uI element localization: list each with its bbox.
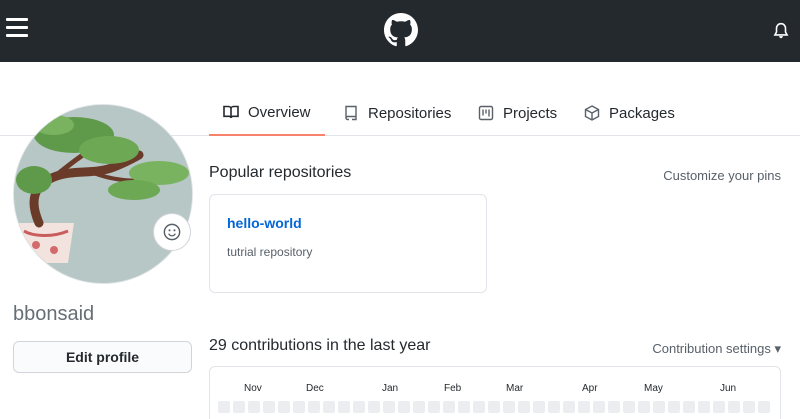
contribution-cell[interactable] <box>638 401 650 413</box>
contribution-graph: Nov Dec Jan Feb Mar Apr May Jun <box>209 366 781 419</box>
contribution-cell[interactable] <box>248 401 260 413</box>
repo-icon <box>345 105 357 121</box>
contribution-cell[interactable] <box>353 401 365 413</box>
contribution-cell[interactable] <box>713 401 725 413</box>
edit-profile-button[interactable]: Edit profile <box>13 341 192 373</box>
contribution-cell[interactable] <box>368 401 380 413</box>
top-header <box>0 0 800 62</box>
repo-description: tutrial repository <box>227 245 313 259</box>
contribution-cell[interactable] <box>308 401 320 413</box>
contribution-cell[interactable] <box>383 401 395 413</box>
contribution-cell[interactable] <box>608 401 620 413</box>
contribution-cell[interactable] <box>743 401 755 413</box>
tab-repositories[interactable]: Repositories <box>329 90 465 136</box>
month-label: Mar <box>506 383 524 394</box>
avatar[interactable] <box>13 104 193 284</box>
contribution-cell[interactable] <box>593 401 605 413</box>
contribution-cell[interactable] <box>413 401 425 413</box>
contribution-cell[interactable] <box>278 401 290 413</box>
contribution-cell[interactable] <box>578 401 590 413</box>
month-label: Feb <box>444 383 462 394</box>
contribution-cell[interactable] <box>728 401 740 413</box>
pinned-repo-card: hello-world tutrial repository <box>209 194 487 293</box>
contribution-cell[interactable] <box>503 401 515 413</box>
tab-overview[interactable]: Overview <box>209 90 325 136</box>
tab-packages[interactable]: Packages <box>570 90 689 136</box>
contribution-cell[interactable] <box>323 401 335 413</box>
popular-repositories-heading: Popular repositories <box>209 164 352 181</box>
contribution-cell[interactable] <box>518 401 530 413</box>
contribution-cell[interactable] <box>548 401 560 413</box>
contribution-cell[interactable] <box>488 401 500 413</box>
username: bbonsaid <box>13 303 95 325</box>
month-label: Jan <box>382 383 399 394</box>
book-icon <box>223 105 239 119</box>
month-label: Dec <box>306 383 324 394</box>
contribution-cell[interactable] <box>338 401 350 413</box>
tab-projects[interactable]: Projects <box>464 90 571 136</box>
month-label: Apr <box>582 383 598 394</box>
bonsai-avatar-image <box>14 105 192 283</box>
github-logo-icon[interactable] <box>384 13 418 47</box>
set-status-button[interactable] <box>153 213 191 251</box>
contribution-cell[interactable] <box>398 401 410 413</box>
contribution-cell[interactable] <box>668 401 680 413</box>
month-label: May <box>644 383 663 394</box>
contribution-cell[interactable] <box>458 401 470 413</box>
contribution-cell[interactable] <box>623 401 635 413</box>
tab-overview-label: Overview <box>248 103 311 121</box>
contribution-cell[interactable] <box>758 401 770 413</box>
repo-name-link[interactable]: hello-world <box>227 215 302 231</box>
contribution-cell[interactable] <box>698 401 710 413</box>
contribution-cell[interactable] <box>473 401 485 413</box>
contribution-cell[interactable] <box>293 401 305 413</box>
contributions-heading: 29 contributions in the last year <box>209 337 431 354</box>
contribution-cell[interactable] <box>263 401 275 413</box>
contribution-cell[interactable] <box>218 401 230 413</box>
contribution-cell[interactable] <box>428 401 440 413</box>
contribution-cells-row <box>218 401 770 413</box>
month-label: Nov <box>244 383 262 394</box>
tab-packages-label: Packages <box>609 104 675 122</box>
tab-projects-label: Projects <box>503 104 558 122</box>
contribution-cell[interactable] <box>563 401 575 413</box>
contribution-cell[interactable] <box>683 401 695 413</box>
contribution-cell[interactable] <box>533 401 545 413</box>
customize-pins-link[interactable]: Customize your pins <box>663 168 781 183</box>
project-icon <box>478 105 494 121</box>
month-label: Jun <box>720 383 737 394</box>
contribution-settings-dropdown[interactable]: Contribution settings ▾ <box>652 341 781 357</box>
smiley-icon <box>163 223 181 241</box>
contribution-cell[interactable] <box>653 401 665 413</box>
hamburger-menu-icon[interactable] <box>6 18 28 40</box>
contribution-cell[interactable] <box>233 401 245 413</box>
package-icon <box>584 105 600 121</box>
contribution-cell[interactable] <box>443 401 455 413</box>
notification-bell-icon[interactable] <box>772 22 790 40</box>
tab-repositories-label: Repositories <box>368 104 452 122</box>
